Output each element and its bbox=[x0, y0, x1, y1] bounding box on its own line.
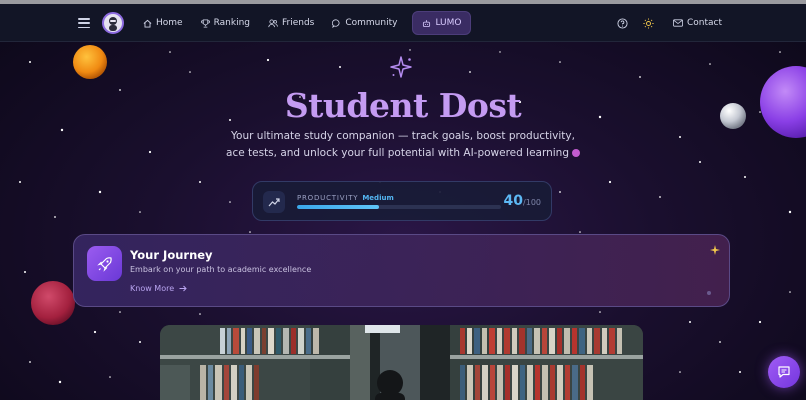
nav-item-community-label: Community bbox=[345, 18, 398, 28]
trophy-icon bbox=[200, 18, 210, 28]
nav-item-friends[interactable]: Friends bbox=[259, 11, 323, 35]
nav-item-home-label: Home bbox=[156, 18, 183, 28]
orange-planet bbox=[73, 45, 107, 79]
hero-subtitle: Your ultimate study companion — track go… bbox=[220, 128, 586, 162]
productivity-score-value: 40 bbox=[503, 193, 524, 209]
navbar: Home Ranking Friends Community LUMO Cont… bbox=[0, 4, 806, 42]
journey-title: Your Journey bbox=[130, 248, 213, 262]
productivity-score: 40/100 bbox=[504, 193, 541, 209]
productivity-progress-track bbox=[297, 205, 501, 209]
nav-left: Home Ranking Friends Community LUMO bbox=[78, 4, 472, 42]
message-icon bbox=[778, 366, 790, 378]
productivity-card: PRODUCTIVITY Medium 40/100 bbox=[252, 181, 552, 221]
nav-item-lumo[interactable]: LUMO bbox=[412, 11, 472, 35]
library-image bbox=[160, 325, 643, 400]
bot-icon bbox=[423, 19, 431, 27]
nav-item-friends-label: Friends bbox=[281, 18, 315, 28]
rocket-icon bbox=[87, 246, 122, 281]
users-icon bbox=[268, 18, 278, 27]
home-icon bbox=[143, 19, 152, 28]
avatar[interactable] bbox=[102, 12, 124, 34]
journey-card[interactable]: Your Journey Embark on your path to acad… bbox=[73, 234, 730, 307]
know-more-label: Know More bbox=[130, 284, 175, 293]
chat-button[interactable] bbox=[768, 356, 800, 388]
nav-item-home[interactable]: Home bbox=[134, 11, 192, 35]
gold-sparkle-icon bbox=[710, 245, 720, 255]
nav-item-community[interactable]: Community bbox=[323, 11, 406, 35]
arrow-right-icon bbox=[179, 285, 187, 292]
library-bookshelves-image bbox=[160, 325, 643, 400]
productivity-title: PRODUCTIVITY bbox=[297, 194, 359, 202]
productivity-level: Medium bbox=[362, 194, 394, 202]
mail-icon bbox=[673, 19, 683, 27]
productivity-score-max: /100 bbox=[523, 198, 541, 207]
sun-icon[interactable] bbox=[641, 15, 657, 31]
person-silhouette bbox=[377, 370, 403, 396]
nav-item-ranking-label: Ranking bbox=[213, 18, 250, 28]
page-title: Student Dost bbox=[284, 86, 522, 125]
avatar-face-icon bbox=[109, 17, 117, 31]
menu-icon[interactable] bbox=[78, 18, 90, 28]
decorative-dot bbox=[707, 291, 711, 295]
know-more-link[interactable]: Know More bbox=[130, 284, 187, 293]
nav-item-lumo-label: LUMO bbox=[435, 18, 462, 28]
hero-subtitle-line1: Your ultimate study companion — track go… bbox=[231, 130, 575, 142]
hero-subtitle-line2: ace tests, and unlock your full potentia… bbox=[226, 147, 569, 159]
journey-subtitle: Embark on your path to academic excellen… bbox=[130, 265, 312, 274]
productivity-label: PRODUCTIVITY Medium bbox=[297, 194, 394, 202]
trend-chart-icon bbox=[263, 191, 285, 213]
contact-link[interactable]: Contact bbox=[673, 18, 722, 28]
chat-bubble-icon bbox=[332, 18, 340, 28]
nav-right: Contact bbox=[605, 4, 722, 42]
pink-dot-icon bbox=[571, 149, 580, 157]
help-icon[interactable] bbox=[615, 15, 631, 31]
red-planet bbox=[31, 281, 75, 325]
nav-item-ranking[interactable]: Ranking bbox=[192, 11, 259, 35]
contact-label: Contact bbox=[686, 18, 722, 28]
productivity-progress-fill bbox=[297, 205, 379, 209]
sparkle-icon bbox=[390, 56, 412, 78]
